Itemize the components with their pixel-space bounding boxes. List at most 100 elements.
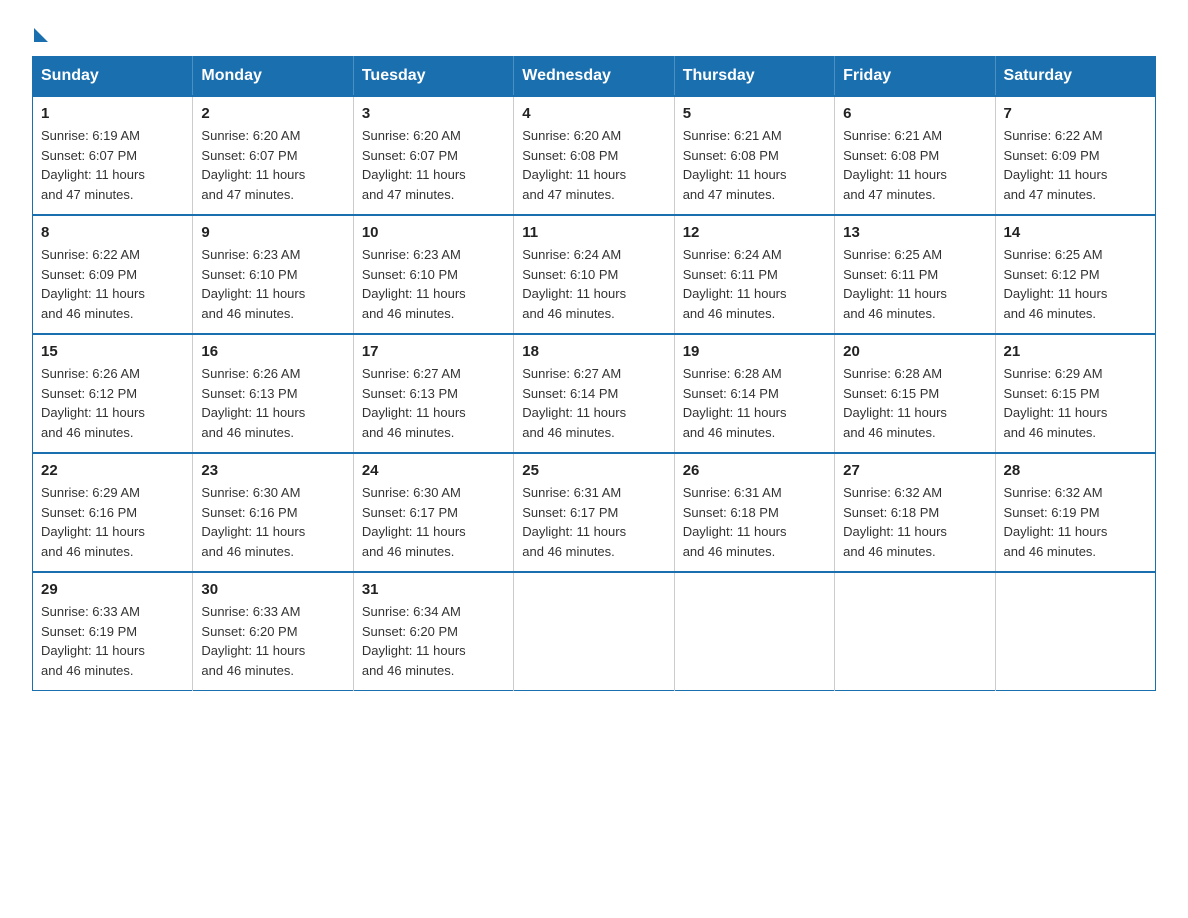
day-info: Sunrise: 6:27 AM Sunset: 6:13 PM Dayligh… bbox=[362, 364, 505, 442]
day-number: 30 bbox=[201, 581, 344, 598]
day-number: 2 bbox=[201, 105, 344, 122]
weekday-header-saturday: Saturday bbox=[995, 57, 1155, 97]
day-number: 19 bbox=[683, 343, 826, 360]
day-info: Sunrise: 6:29 AM Sunset: 6:15 PM Dayligh… bbox=[1004, 364, 1147, 442]
calendar-day-18: 18 Sunrise: 6:27 AM Sunset: 6:14 PM Dayl… bbox=[514, 334, 674, 453]
day-number: 28 bbox=[1004, 462, 1147, 479]
day-number: 23 bbox=[201, 462, 344, 479]
day-number: 27 bbox=[843, 462, 986, 479]
calendar-day-27: 27 Sunrise: 6:32 AM Sunset: 6:18 PM Dayl… bbox=[835, 453, 995, 572]
day-number: 13 bbox=[843, 224, 986, 241]
day-number: 17 bbox=[362, 343, 505, 360]
day-info: Sunrise: 6:28 AM Sunset: 6:14 PM Dayligh… bbox=[683, 364, 826, 442]
calendar-day-8: 8 Sunrise: 6:22 AM Sunset: 6:09 PM Dayli… bbox=[33, 215, 193, 334]
empty-cell bbox=[674, 572, 834, 691]
calendar-day-6: 6 Sunrise: 6:21 AM Sunset: 6:08 PM Dayli… bbox=[835, 96, 995, 215]
day-number: 22 bbox=[41, 462, 184, 479]
calendar-week-3: 15 Sunrise: 6:26 AM Sunset: 6:12 PM Dayl… bbox=[33, 334, 1156, 453]
weekday-header-row: SundayMondayTuesdayWednesdayThursdayFrid… bbox=[33, 57, 1156, 97]
empty-cell bbox=[514, 572, 674, 691]
day-info: Sunrise: 6:34 AM Sunset: 6:20 PM Dayligh… bbox=[362, 602, 505, 680]
calendar-table: SundayMondayTuesdayWednesdayThursdayFrid… bbox=[32, 56, 1156, 691]
calendar-week-4: 22 Sunrise: 6:29 AM Sunset: 6:16 PM Dayl… bbox=[33, 453, 1156, 572]
calendar-day-30: 30 Sunrise: 6:33 AM Sunset: 6:20 PM Dayl… bbox=[193, 572, 353, 691]
calendar-day-23: 23 Sunrise: 6:30 AM Sunset: 6:16 PM Dayl… bbox=[193, 453, 353, 572]
calendar-day-4: 4 Sunrise: 6:20 AM Sunset: 6:08 PM Dayli… bbox=[514, 96, 674, 215]
day-number: 20 bbox=[843, 343, 986, 360]
day-info: Sunrise: 6:20 AM Sunset: 6:07 PM Dayligh… bbox=[362, 126, 505, 204]
day-number: 3 bbox=[362, 105, 505, 122]
day-number: 26 bbox=[683, 462, 826, 479]
day-number: 8 bbox=[41, 224, 184, 241]
calendar-day-3: 3 Sunrise: 6:20 AM Sunset: 6:07 PM Dayli… bbox=[353, 96, 513, 215]
day-number: 18 bbox=[522, 343, 665, 360]
day-info: Sunrise: 6:32 AM Sunset: 6:18 PM Dayligh… bbox=[843, 483, 986, 561]
calendar-week-1: 1 Sunrise: 6:19 AM Sunset: 6:07 PM Dayli… bbox=[33, 96, 1156, 215]
day-info: Sunrise: 6:31 AM Sunset: 6:18 PM Dayligh… bbox=[683, 483, 826, 561]
day-number: 1 bbox=[41, 105, 184, 122]
day-info: Sunrise: 6:25 AM Sunset: 6:11 PM Dayligh… bbox=[843, 245, 986, 323]
day-number: 9 bbox=[201, 224, 344, 241]
calendar-day-15: 15 Sunrise: 6:26 AM Sunset: 6:12 PM Dayl… bbox=[33, 334, 193, 453]
weekday-header-friday: Friday bbox=[835, 57, 995, 97]
day-info: Sunrise: 6:33 AM Sunset: 6:20 PM Dayligh… bbox=[201, 602, 344, 680]
day-number: 14 bbox=[1004, 224, 1147, 241]
calendar-day-12: 12 Sunrise: 6:24 AM Sunset: 6:11 PM Dayl… bbox=[674, 215, 834, 334]
calendar-week-2: 8 Sunrise: 6:22 AM Sunset: 6:09 PM Dayli… bbox=[33, 215, 1156, 334]
day-info: Sunrise: 6:24 AM Sunset: 6:11 PM Dayligh… bbox=[683, 245, 826, 323]
day-number: 12 bbox=[683, 224, 826, 241]
calendar-day-26: 26 Sunrise: 6:31 AM Sunset: 6:18 PM Dayl… bbox=[674, 453, 834, 572]
calendar-day-21: 21 Sunrise: 6:29 AM Sunset: 6:15 PM Dayl… bbox=[995, 334, 1155, 453]
day-number: 4 bbox=[522, 105, 665, 122]
day-info: Sunrise: 6:19 AM Sunset: 6:07 PM Dayligh… bbox=[41, 126, 184, 204]
day-info: Sunrise: 6:23 AM Sunset: 6:10 PM Dayligh… bbox=[201, 245, 344, 323]
empty-cell bbox=[835, 572, 995, 691]
calendar-day-20: 20 Sunrise: 6:28 AM Sunset: 6:15 PM Dayl… bbox=[835, 334, 995, 453]
calendar-day-5: 5 Sunrise: 6:21 AM Sunset: 6:08 PM Dayli… bbox=[674, 96, 834, 215]
weekday-header-wednesday: Wednesday bbox=[514, 57, 674, 97]
day-info: Sunrise: 6:20 AM Sunset: 6:08 PM Dayligh… bbox=[522, 126, 665, 204]
day-info: Sunrise: 6:21 AM Sunset: 6:08 PM Dayligh… bbox=[843, 126, 986, 204]
weekday-header-thursday: Thursday bbox=[674, 57, 834, 97]
day-info: Sunrise: 6:30 AM Sunset: 6:16 PM Dayligh… bbox=[201, 483, 344, 561]
day-info: Sunrise: 6:22 AM Sunset: 6:09 PM Dayligh… bbox=[1004, 126, 1147, 204]
calendar-day-25: 25 Sunrise: 6:31 AM Sunset: 6:17 PM Dayl… bbox=[514, 453, 674, 572]
logo-arrow-icon bbox=[34, 28, 48, 42]
calendar-day-9: 9 Sunrise: 6:23 AM Sunset: 6:10 PM Dayli… bbox=[193, 215, 353, 334]
day-info: Sunrise: 6:30 AM Sunset: 6:17 PM Dayligh… bbox=[362, 483, 505, 561]
day-number: 5 bbox=[683, 105, 826, 122]
day-info: Sunrise: 6:32 AM Sunset: 6:19 PM Dayligh… bbox=[1004, 483, 1147, 561]
day-number: 24 bbox=[362, 462, 505, 479]
day-number: 7 bbox=[1004, 105, 1147, 122]
day-info: Sunrise: 6:27 AM Sunset: 6:14 PM Dayligh… bbox=[522, 364, 665, 442]
calendar-day-10: 10 Sunrise: 6:23 AM Sunset: 6:10 PM Dayl… bbox=[353, 215, 513, 334]
day-number: 29 bbox=[41, 581, 184, 598]
day-info: Sunrise: 6:26 AM Sunset: 6:12 PM Dayligh… bbox=[41, 364, 184, 442]
day-info: Sunrise: 6:26 AM Sunset: 6:13 PM Dayligh… bbox=[201, 364, 344, 442]
page-header bbox=[32, 24, 1156, 38]
day-info: Sunrise: 6:29 AM Sunset: 6:16 PM Dayligh… bbox=[41, 483, 184, 561]
day-number: 21 bbox=[1004, 343, 1147, 360]
day-info: Sunrise: 6:20 AM Sunset: 6:07 PM Dayligh… bbox=[201, 126, 344, 204]
weekday-header-tuesday: Tuesday bbox=[353, 57, 513, 97]
empty-cell bbox=[995, 572, 1155, 691]
day-number: 6 bbox=[843, 105, 986, 122]
day-info: Sunrise: 6:22 AM Sunset: 6:09 PM Dayligh… bbox=[41, 245, 184, 323]
calendar-week-5: 29 Sunrise: 6:33 AM Sunset: 6:19 PM Dayl… bbox=[33, 572, 1156, 691]
day-info: Sunrise: 6:21 AM Sunset: 6:08 PM Dayligh… bbox=[683, 126, 826, 204]
calendar-day-7: 7 Sunrise: 6:22 AM Sunset: 6:09 PM Dayli… bbox=[995, 96, 1155, 215]
day-info: Sunrise: 6:24 AM Sunset: 6:10 PM Dayligh… bbox=[522, 245, 665, 323]
day-info: Sunrise: 6:25 AM Sunset: 6:12 PM Dayligh… bbox=[1004, 245, 1147, 323]
calendar-day-29: 29 Sunrise: 6:33 AM Sunset: 6:19 PM Dayl… bbox=[33, 572, 193, 691]
calendar-day-28: 28 Sunrise: 6:32 AM Sunset: 6:19 PM Dayl… bbox=[995, 453, 1155, 572]
weekday-header-sunday: Sunday bbox=[33, 57, 193, 97]
day-number: 11 bbox=[522, 224, 665, 241]
day-number: 16 bbox=[201, 343, 344, 360]
day-info: Sunrise: 6:33 AM Sunset: 6:19 PM Dayligh… bbox=[41, 602, 184, 680]
day-info: Sunrise: 6:23 AM Sunset: 6:10 PM Dayligh… bbox=[362, 245, 505, 323]
weekday-header-monday: Monday bbox=[193, 57, 353, 97]
calendar-day-11: 11 Sunrise: 6:24 AM Sunset: 6:10 PM Dayl… bbox=[514, 215, 674, 334]
day-number: 25 bbox=[522, 462, 665, 479]
calendar-day-22: 22 Sunrise: 6:29 AM Sunset: 6:16 PM Dayl… bbox=[33, 453, 193, 572]
calendar-day-19: 19 Sunrise: 6:28 AM Sunset: 6:14 PM Dayl… bbox=[674, 334, 834, 453]
